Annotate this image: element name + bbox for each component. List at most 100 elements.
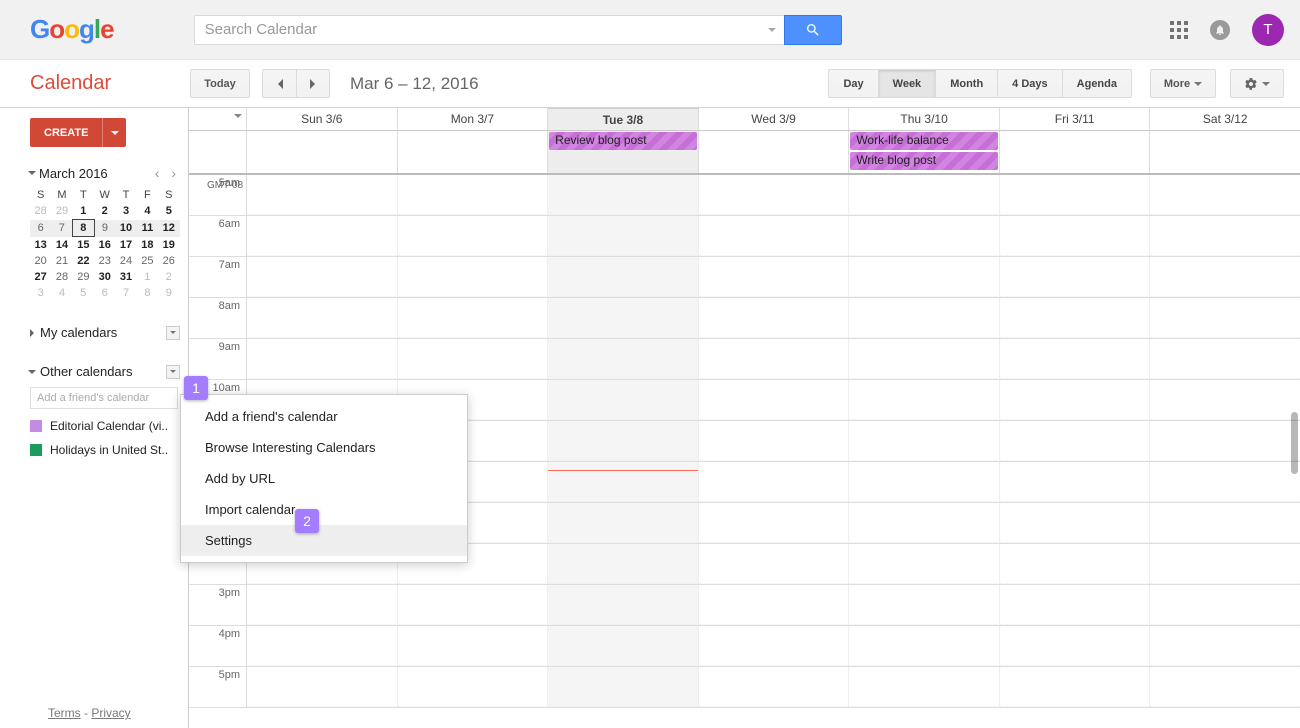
mini-day[interactable]: 1	[137, 269, 158, 285]
view-day[interactable]: Day	[828, 69, 878, 98]
terms-link[interactable]: Terms	[48, 706, 81, 720]
hour-cell[interactable]	[1150, 585, 1300, 625]
mini-day[interactable]: 12	[158, 220, 179, 237]
hour-cell[interactable]	[1000, 380, 1151, 420]
hour-cell[interactable]	[548, 626, 699, 666]
hour-cell[interactable]	[398, 667, 549, 707]
hour-cell[interactable]	[1000, 339, 1151, 379]
mini-day[interactable]: 30	[94, 269, 115, 285]
apps-icon[interactable]	[1170, 21, 1188, 39]
hour-cell[interactable]	[1150, 626, 1300, 666]
other-calendars-menu[interactable]	[166, 365, 180, 379]
day-header[interactable]: Fri 3/11	[1000, 108, 1151, 130]
event-chip[interactable]: Review blog post	[549, 132, 697, 150]
allday-cell[interactable]	[398, 131, 549, 173]
mini-day[interactable]: 19	[158, 237, 179, 254]
hour-cell[interactable]	[699, 216, 850, 256]
hour-cell[interactable]	[699, 503, 850, 543]
hour-cell[interactable]	[1000, 626, 1151, 666]
allday-cell[interactable]: Work-life balance Write blog post	[849, 131, 1000, 173]
create-button[interactable]: CREATE	[30, 118, 102, 147]
hour-cell[interactable]	[247, 175, 398, 215]
allday-cell[interactable]	[1150, 131, 1300, 173]
hour-cell[interactable]	[247, 585, 398, 625]
hour-cell[interactable]	[1000, 585, 1151, 625]
hour-cell[interactable]	[548, 421, 699, 461]
mini-day[interactable]: 18	[137, 237, 158, 254]
hour-cell[interactable]	[699, 339, 850, 379]
hour-cell[interactable]	[849, 585, 1000, 625]
event-chip[interactable]: Work-life balance	[850, 132, 998, 150]
hour-cell[interactable]	[699, 257, 850, 297]
search-button[interactable]	[784, 15, 842, 45]
hour-cell[interactable]	[1000, 544, 1151, 584]
mini-day[interactable]: 28	[51, 269, 72, 285]
mini-day[interactable]: 2	[94, 203, 115, 220]
hour-cell[interactable]	[849, 667, 1000, 707]
mini-day[interactable]: 4	[137, 203, 158, 220]
hour-cell[interactable]	[849, 257, 1000, 297]
hour-cell[interactable]	[849, 626, 1000, 666]
hour-cell[interactable]	[548, 298, 699, 338]
mini-day[interactable]: 5	[73, 285, 94, 301]
calendar-item[interactable]: Holidays in United St..	[30, 443, 180, 457]
hour-cell[interactable]	[247, 298, 398, 338]
day-header[interactable]: Wed 3/9	[699, 108, 850, 130]
event-chip[interactable]: Write blog post	[850, 152, 998, 170]
hour-cell[interactable]	[699, 298, 850, 338]
mini-day[interactable]: 21	[51, 253, 72, 269]
hour-cell[interactable]	[398, 175, 549, 215]
mini-day[interactable]: 4	[51, 285, 72, 301]
mini-day[interactable]: 14	[51, 237, 72, 254]
mini-day[interactable]: 24	[115, 253, 136, 269]
day-header[interactable]: Tue 3/8	[548, 108, 699, 130]
day-header[interactable]: Sat 3/12	[1150, 108, 1300, 130]
hour-cell[interactable]	[1150, 339, 1300, 379]
hour-cell[interactable]	[398, 626, 549, 666]
hour-cell[interactable]	[1000, 298, 1151, 338]
hour-cell[interactable]	[398, 585, 549, 625]
hour-cell[interactable]	[849, 544, 1000, 584]
hour-cell[interactable]	[849, 175, 1000, 215]
hour-cell[interactable]	[849, 462, 1000, 502]
search-options-caret-icon[interactable]	[768, 28, 776, 32]
view-4days[interactable]: 4 Days	[998, 69, 1062, 98]
mini-day[interactable]: 8	[137, 285, 158, 301]
day-header[interactable]: Thu 3/10	[849, 108, 1000, 130]
hour-cell[interactable]	[548, 216, 699, 256]
mini-day[interactable]: 9	[94, 220, 115, 237]
hour-cell[interactable]	[1150, 298, 1300, 338]
mini-day[interactable]: 5	[158, 203, 179, 220]
mini-day[interactable]: 3	[30, 285, 51, 301]
hour-cell[interactable]	[849, 503, 1000, 543]
mini-day[interactable]: 6	[30, 220, 51, 237]
hour-cell[interactable]	[1150, 503, 1300, 543]
hour-cell[interactable]	[247, 257, 398, 297]
hour-cell[interactable]	[1150, 257, 1300, 297]
hour-cell[interactable]	[548, 175, 699, 215]
hour-cell[interactable]	[1150, 216, 1300, 256]
notifications-icon[interactable]	[1210, 20, 1230, 40]
hour-cell[interactable]	[849, 421, 1000, 461]
google-logo[interactable]: Google	[30, 14, 114, 45]
hour-cell[interactable]	[548, 462, 699, 502]
hour-cell[interactable]	[699, 667, 850, 707]
mini-day[interactable]: 11	[137, 220, 158, 237]
popup-item-add-by-url[interactable]: Add by URL	[181, 463, 467, 494]
hour-cell[interactable]	[849, 380, 1000, 420]
hour-cell[interactable]	[247, 339, 398, 379]
hour-cell[interactable]	[398, 339, 549, 379]
calendar-item[interactable]: Editorial Calendar (vi..	[30, 419, 180, 433]
add-friend-input[interactable]: Add a friend's calendar	[30, 387, 178, 409]
hour-cell[interactable]	[247, 626, 398, 666]
mini-day[interactable]: 17	[115, 237, 136, 254]
popup-item-add-a-friend-s-calendar[interactable]: Add a friend's calendar	[181, 401, 467, 432]
allday-cell[interactable]: Review blog post	[548, 131, 699, 173]
hour-cell[interactable]	[247, 667, 398, 707]
mini-day[interactable]: 20	[30, 253, 51, 269]
other-calendars-toggle[interactable]: Other calendars	[30, 364, 180, 379]
day-header[interactable]: Sun 3/6	[247, 108, 398, 130]
mini-day[interactable]: 8	[73, 220, 94, 237]
avatar[interactable]: T	[1252, 14, 1284, 46]
mini-day[interactable]: 31	[115, 269, 136, 285]
